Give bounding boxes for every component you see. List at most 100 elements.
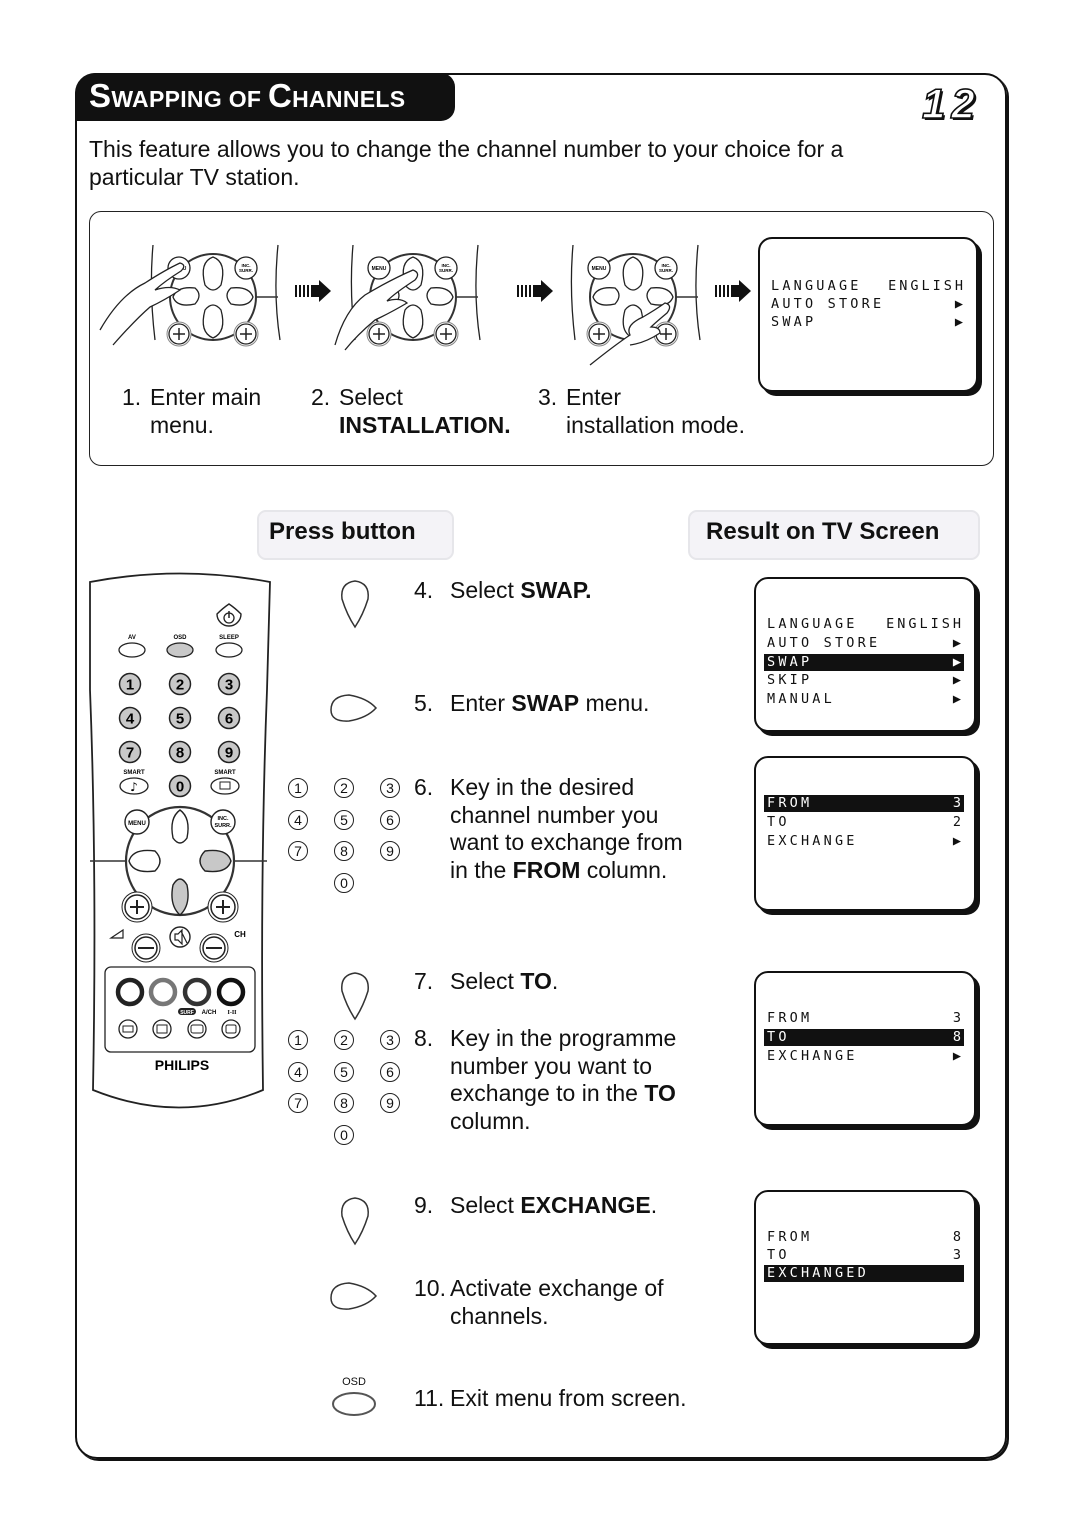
volume-up-button[interactable] bbox=[121, 891, 153, 923]
keypad-digit-8: 8 bbox=[334, 1093, 354, 1113]
intro-step-1: 1. Enter main menu. bbox=[122, 384, 262, 438]
digit-2-button[interactable]: 2 bbox=[168, 672, 192, 696]
mute-button[interactable] bbox=[169, 926, 191, 948]
reveal-button[interactable] bbox=[221, 1019, 241, 1039]
keypad-digit-4: 4 bbox=[288, 1061, 308, 1082]
osd-row: TO 2 bbox=[767, 814, 964, 830]
arrow-icon bbox=[715, 280, 751, 302]
keypad-digit-5: 5 bbox=[334, 1061, 354, 1082]
av-button[interactable] bbox=[118, 642, 146, 658]
ch-label: CH bbox=[234, 930, 246, 939]
keypad-digit-6: 6 bbox=[380, 1061, 400, 1082]
digit-8-button[interactable]: 8 bbox=[168, 740, 192, 764]
teletext-button[interactable] bbox=[118, 1019, 138, 1039]
digit-6-button[interactable]: 6 bbox=[217, 706, 241, 730]
digit-7-button[interactable]: 7 bbox=[118, 740, 142, 764]
svg-text:6: 6 bbox=[225, 711, 233, 728]
svg-text:0: 0 bbox=[176, 779, 184, 796]
digit-4-button[interactable]: 4 bbox=[118, 706, 142, 730]
osd-row: EXCHANGE ▶ bbox=[767, 1048, 964, 1064]
svg-text:3: 3 bbox=[225, 677, 233, 694]
osd-row-auto-store: AUTO STORE ▶ bbox=[771, 296, 966, 312]
svg-text:MENU: MENU bbox=[128, 821, 146, 827]
svg-text:8: 8 bbox=[176, 745, 184, 762]
osd-row-language: LANGUAGE ENGLISH bbox=[771, 278, 966, 294]
osd-row-highlighted: SWAP ▶ bbox=[764, 654, 964, 671]
cursor-right-icon bbox=[330, 694, 378, 722]
keypad-digit-0: 0 bbox=[334, 1124, 354, 1145]
osd-label: OSD bbox=[173, 635, 187, 641]
svg-text:7: 7 bbox=[126, 745, 134, 762]
smart-picture-label: SMART bbox=[214, 770, 236, 776]
press-button-header: Press button bbox=[257, 510, 454, 560]
sleep-label: SLEEP bbox=[219, 635, 239, 641]
volume-down-button[interactable] bbox=[131, 933, 161, 963]
digit-3-button[interactable]: 3 bbox=[217, 672, 241, 696]
osd-row: EXCHANGE ▶ bbox=[767, 833, 964, 849]
osd-row: MANUAL ▶ bbox=[767, 691, 964, 707]
intro-illustrations: MENU INC. SURR. bbox=[99, 244, 751, 366]
cursor-up-icon bbox=[341, 972, 369, 1021]
step-5: 5. Enter SWAP menu. bbox=[414, 690, 650, 716]
smart-picture-button[interactable] bbox=[210, 777, 240, 795]
osd-row: LANGUAGE ENGLISH bbox=[767, 616, 964, 632]
digit-1-button[interactable]: 1 bbox=[118, 672, 142, 696]
step-11: 11. Exit menu from screen. bbox=[414, 1385, 687, 1411]
osd-row-highlighted: FROM 3 bbox=[764, 795, 964, 812]
keypad-digit-7: 7 bbox=[288, 841, 308, 861]
dual-label: I-II bbox=[227, 1010, 237, 1016]
av-label: AV bbox=[128, 635, 136, 641]
step-6: 6. Key in the desired channel number you … bbox=[414, 774, 683, 883]
keypad-digit-3: 3 bbox=[380, 778, 400, 798]
svg-text:4: 4 bbox=[126, 711, 135, 728]
digit-0-button[interactable]: 0 bbox=[168, 774, 192, 798]
cursor-right-button[interactable] bbox=[199, 849, 232, 873]
incredible-surround-button[interactable]: INC. SURR. bbox=[210, 809, 236, 835]
step-10: 10. Activate exchange of channels. bbox=[414, 1275, 664, 1329]
osd-row-swap: SWAP ▶ bbox=[771, 314, 966, 330]
keypad-digit-9: 9 bbox=[380, 1093, 400, 1113]
svg-text:INC.: INC. bbox=[218, 816, 229, 822]
remote-pad-illustration-2 bbox=[334, 244, 481, 351]
arrow-icon bbox=[517, 280, 553, 302]
cursor-up-icon bbox=[341, 1197, 369, 1246]
mix-button[interactable] bbox=[152, 1019, 172, 1039]
svg-text:1: 1 bbox=[126, 677, 134, 694]
keypad-digit-3: 3 bbox=[380, 1030, 400, 1050]
keypad-digit-8: 8 bbox=[334, 841, 354, 861]
step-9: 9. Select EXCHANGE. bbox=[414, 1192, 658, 1218]
remote-pad-illustration-1 bbox=[99, 244, 281, 347]
intro-text: This feature allows you to change the ch… bbox=[89, 136, 844, 190]
osd-button[interactable] bbox=[166, 642, 194, 658]
digit-9-button[interactable]: 9 bbox=[217, 740, 241, 764]
result-header: Result on TV Screen bbox=[688, 510, 980, 560]
osd-button-label: OSD bbox=[342, 1376, 366, 1388]
channel-up-button[interactable] bbox=[207, 891, 239, 923]
cursor-left-button[interactable] bbox=[128, 849, 161, 873]
svg-text:5: 5 bbox=[176, 711, 184, 728]
channel-down-button[interactable] bbox=[199, 933, 229, 963]
keypad-digit-2: 2 bbox=[334, 778, 354, 798]
keypad-digit-1: 1 bbox=[288, 778, 308, 798]
music-note-icon: ♪ bbox=[130, 780, 138, 794]
digit-5-button[interactable]: 5 bbox=[168, 706, 192, 730]
intro-step-3: 3. Enter installation mode. bbox=[538, 384, 745, 438]
smart-sound-button[interactable]: ♪ bbox=[119, 777, 149, 795]
osd-row: AUTO STORE ▶ bbox=[767, 635, 964, 651]
osd-row-highlighted: TO 8 bbox=[764, 1029, 964, 1046]
page-title: SWAPPING OF CHANNELS bbox=[75, 73, 455, 121]
tv-screen-from-selected: FROM 3 TO 2 EXCHANGE ▶ bbox=[754, 756, 976, 911]
cursor-right-icon bbox=[330, 1282, 378, 1310]
keypad-digit-1: 1 bbox=[288, 1030, 308, 1050]
sleep-button[interactable] bbox=[215, 642, 243, 658]
page-number: 12 bbox=[921, 79, 981, 128]
arrow-icon bbox=[295, 280, 331, 302]
installation-menu-screen: LANGUAGE ENGLISH AUTO STORE ▶ SWAP ▶ bbox=[758, 237, 978, 392]
step-8: 8. Key in the programme number you want t… bbox=[414, 1025, 677, 1134]
keypad-digit-9: 9 bbox=[380, 841, 400, 861]
osd-row: FROM 8 bbox=[767, 1229, 964, 1245]
intro-step-2: 2. Select INSTALLATION. bbox=[311, 384, 511, 438]
keypad-digit-6: 6 bbox=[380, 809, 400, 830]
cursor-up-icon bbox=[341, 580, 369, 629]
menu-button[interactable]: MENU bbox=[124, 809, 150, 835]
